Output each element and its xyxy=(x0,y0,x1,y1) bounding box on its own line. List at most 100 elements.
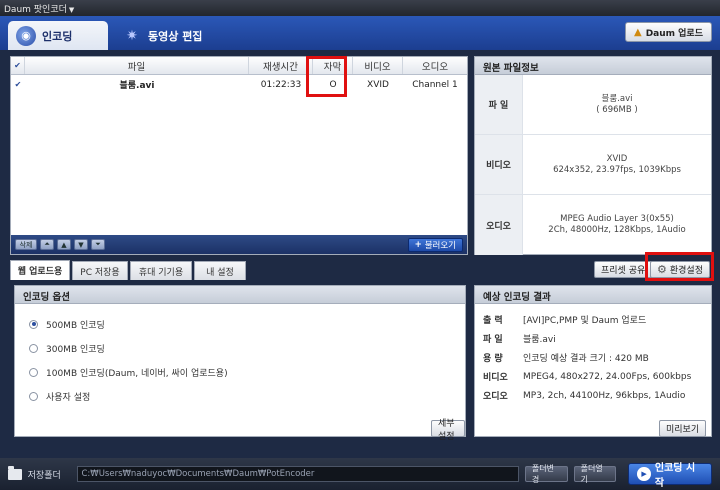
source-info-line1: XVID xyxy=(606,153,628,164)
source-info-line1: MPEG Audio Layer 3(0x55) xyxy=(560,214,674,224)
result-row: 출 력 [AVI]PC,PMP 및 Daum 업로드 xyxy=(483,310,703,329)
row-duration: 01:22:33 xyxy=(260,79,302,90)
tab-mobile[interactable]: 휴대 기기용 xyxy=(130,261,192,280)
tab-encoding-label: 인코딩 xyxy=(42,29,73,43)
encoding-options-panel: 인코딩 옵션 500MB 인코딩 300MB 인코딩 100MB 인코딩(Dau… xyxy=(14,285,466,442)
highlight-box-subtitle xyxy=(306,56,347,97)
option-label: 300MB 인코딩 xyxy=(46,344,105,355)
result-label: 오디오 xyxy=(483,392,508,402)
preset-tab-bar: 웹 업로드용 PC 저장용 휴대 기기용 내 설정 프리셋 공유 ⚙ 환경설정 xyxy=(10,260,712,280)
source-info-title: 원본 파일정보 xyxy=(475,57,711,75)
tab-video-edit[interactable]: ✷ 동영상 편집 xyxy=(114,21,224,50)
app-title: Daum 팟인코더 xyxy=(4,5,67,15)
source-info-line2: 624x352, 23.97fps, 1039Kbps xyxy=(553,164,681,175)
highlight-box-settings xyxy=(645,252,714,281)
daum-upload-button[interactable]: ▲ Daum 업로드 xyxy=(624,22,712,42)
row-file: 블룸.avi xyxy=(119,81,155,91)
result-row: 비디오 MPEG4, 480x272, 24.00Fps, 600kbps xyxy=(483,367,703,386)
daum-upload-label: Daum 업로드 xyxy=(645,28,703,39)
tab-web-upload[interactable]: 웹 업로드용 xyxy=(10,260,70,280)
source-info-label: 파 일 xyxy=(475,75,523,134)
tab-pc-save[interactable]: PC 저장용 xyxy=(72,261,128,280)
folder-icon xyxy=(8,465,22,480)
option-label: 사용자 설정 xyxy=(46,392,91,403)
save-path-field[interactable]: C:₩Users₩naduyoc₩Documents₩Daum₩PotEncod… xyxy=(76,466,519,482)
result-label: 파 일 xyxy=(483,335,503,345)
source-info-line2: ( 696MB ) xyxy=(596,104,638,115)
select-all-checkbox[interactable]: ✔ xyxy=(11,57,25,74)
result-label: 비디오 xyxy=(483,373,508,383)
source-info-value: 블룸.avi ( 696MB ) xyxy=(523,75,711,134)
source-info-value: XVID 624x352, 23.97fps, 1039Kbps xyxy=(523,135,711,194)
open-folder-button[interactable]: 폴더열기 xyxy=(573,464,617,484)
file-list: ✔ 파일 재생시간 자막 비디오 오디오 ✔ 블룸.avi 01:22:33 O… xyxy=(10,56,468,255)
title-bar: Daum 팟인코더 ▼ xyxy=(0,0,720,16)
result-row: 파 일 블룸.avi xyxy=(483,329,703,348)
move-up-icon[interactable]: ▲ xyxy=(57,239,71,250)
col-file[interactable]: 파일 xyxy=(25,57,249,74)
option-300mb[interactable]: 300MB 인코딩 xyxy=(29,336,451,360)
detail-settings-button[interactable]: 세부설정 xyxy=(431,419,465,442)
result-label: 출 력 xyxy=(483,316,503,326)
source-info-row: 오디오 MPEG Audio Layer 3(0x55) 2Ch, 48000H… xyxy=(475,195,711,255)
source-info-line2: 2Ch, 48000Hz, 128Kbps, 1Audio xyxy=(548,225,686,235)
result-value: [AVI]PC,PMP 및 Daum 업로드 xyxy=(523,316,647,326)
result-value: 인코딩 예상 결과 크기 : 420 MB xyxy=(523,354,649,364)
tab-encoding[interactable]: ◉ 인코딩 xyxy=(8,21,108,50)
result-value: MPEG4, 480x272, 24.00Fps, 600kbps xyxy=(523,371,692,382)
row-video: XVID xyxy=(367,79,389,90)
move-bottom-icon[interactable]: ⏷ xyxy=(91,239,105,250)
option-100mb[interactable]: 100MB 인코딩(Daum, 네이버, 싸이 업로드용) xyxy=(29,360,451,384)
option-label: 500MB 인코딩 xyxy=(46,320,105,331)
move-top-icon[interactable]: ⏶ xyxy=(40,239,54,250)
radio-icon[interactable] xyxy=(29,391,38,401)
move-down-icon[interactable]: ▼ xyxy=(74,239,88,250)
source-info-row: 비디오 XVID 624x352, 23.97fps, 1039Kbps xyxy=(475,135,711,195)
open-file-button[interactable]: + 불러오기 xyxy=(407,237,463,252)
source-info-panel: 원본 파일정보 파 일 블룸.avi ( 696MB ) 비디오 XVID 62… xyxy=(474,56,712,255)
tab-video-edit-label: 동영상 편집 xyxy=(148,29,203,43)
menu-caret-icon[interactable]: ▼ xyxy=(69,6,74,14)
file-list-header: ✔ 파일 재생시간 자막 비디오 오디오 xyxy=(11,57,467,75)
col-duration[interactable]: 재생시간 xyxy=(249,57,313,74)
preset-share-button[interactable]: 프리셋 공유 xyxy=(594,261,653,278)
film-reel-icon: ◉ xyxy=(16,25,36,46)
file-list-toolbar: 삭제 ⏶ ▲ ▼ ⏷ + 불러오기 xyxy=(11,235,467,254)
radio-selected-icon[interactable] xyxy=(29,319,38,329)
radio-icon[interactable] xyxy=(29,367,38,377)
radio-icon[interactable] xyxy=(29,343,38,353)
source-info-row: 파 일 블룸.avi ( 696MB ) xyxy=(475,75,711,135)
source-info-value: MPEG Audio Layer 3(0x55) 2Ch, 48000Hz, 1… xyxy=(523,195,711,255)
change-folder-button[interactable]: 폴더변경 xyxy=(524,464,568,484)
play-icon: ▶ xyxy=(637,467,651,481)
open-file-label: 불러오기 xyxy=(424,240,456,251)
main-tab-bar: ◉ 인코딩 ✷ 동영상 편집 ▲ Daum 업로드 xyxy=(0,16,720,50)
option-500mb[interactable]: 500MB 인코딩 xyxy=(29,312,451,336)
col-audio[interactable]: 오디오 xyxy=(403,57,467,74)
upload-arrow-icon: ▲ xyxy=(633,26,642,38)
result-value: 블룸.avi xyxy=(523,335,556,345)
option-label: 100MB 인코딩(Daum, 네이버, 싸이 업로드용) xyxy=(46,368,228,379)
tab-my-settings[interactable]: 내 설정 xyxy=(194,261,246,280)
start-encoding-button[interactable]: ▶ 인코딩 시작 xyxy=(628,463,713,489)
start-encoding-label: 인코딩 시작 xyxy=(654,463,696,489)
delete-button[interactable]: 삭제 xyxy=(15,239,37,250)
expected-result-panel: 예상 인코딩 결과 출 력 [AVI]PC,PMP 및 Daum 업로드 파 일… xyxy=(474,285,712,437)
row-checkbox[interactable]: ✔ xyxy=(11,75,25,94)
encoding-options-title: 인코딩 옵션 xyxy=(15,286,465,304)
result-row: 오디오 MP3, 2ch, 44100Hz, 96kbps, 1Audio xyxy=(483,386,703,405)
bottom-bar: 저장폴더 C:₩Users₩naduyoc₩Documents₩Daum₩Pot… xyxy=(0,458,720,490)
plus-icon: + xyxy=(414,239,422,250)
preview-button[interactable]: 미리보기 xyxy=(659,420,707,437)
source-info-label: 오디오 xyxy=(475,195,523,255)
expected-result-title: 예상 인코딩 결과 xyxy=(475,286,711,304)
source-info-label: 비디오 xyxy=(475,135,523,194)
col-video[interactable]: 비디오 xyxy=(353,57,403,74)
option-custom[interactable]: 사용자 설정 xyxy=(29,384,451,408)
table-row[interactable]: ✔ 블룸.avi 01:22:33 O XVID Channel 1 xyxy=(11,75,467,94)
result-label: 용 량 xyxy=(483,354,503,364)
result-row: 용 량 인코딩 예상 결과 크기 : 420 MB xyxy=(483,348,703,367)
result-value: MP3, 2ch, 44100Hz, 96kbps, 1Audio xyxy=(523,390,686,401)
row-audio: Channel 1 xyxy=(412,79,458,90)
source-info-line1: 블룸.avi xyxy=(601,93,633,104)
